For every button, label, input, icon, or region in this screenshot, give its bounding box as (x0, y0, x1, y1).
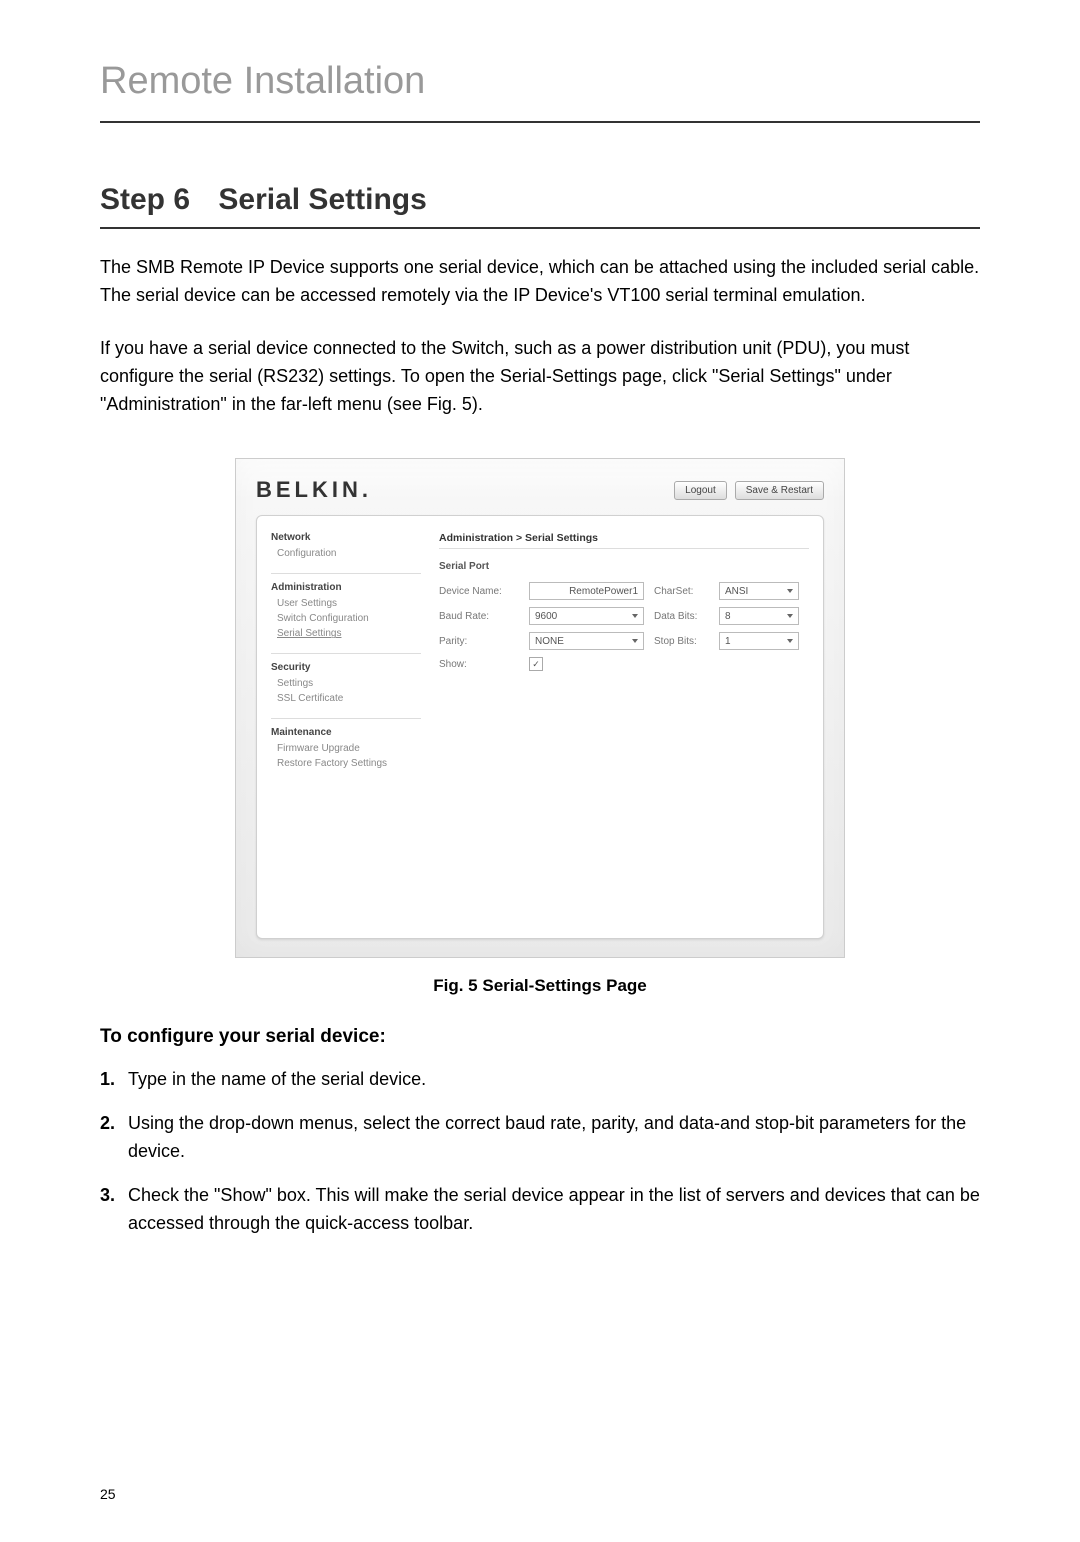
baud-rate-select[interactable]: 9600 (529, 607, 644, 625)
step-3: 3. Check the "Show" box. This will make … (128, 1182, 980, 1238)
charset-select[interactable]: ANSI (719, 582, 799, 600)
sidebar-network-head[interactable]: Network (271, 532, 421, 543)
stop-bits-label: Stop Bits: (654, 636, 709, 647)
step-1-num: 1. (100, 1066, 115, 1094)
sidebar-item-restore-factory[interactable]: Restore Factory Settings (271, 756, 421, 771)
step-2-num: 2. (100, 1110, 115, 1138)
step-1-text: Type in the name of the serial device. (128, 1069, 426, 1089)
screenshot-header: BELKIN. Logout Save & Restart (256, 477, 824, 503)
step-3-text: Check the "Show" box. This will make the… (128, 1185, 980, 1233)
sidebar-administration-head[interactable]: Administration (271, 582, 421, 593)
data-bits-label: Data Bits: (654, 611, 709, 622)
step-2-text: Using the drop-down menus, select the co… (128, 1113, 966, 1161)
screenshot-panel: BELKIN. Logout Save & Restart Network Co… (235, 458, 845, 958)
logout-button[interactable]: Logout (674, 481, 727, 500)
step-heading: Step 6 Serial Settings (100, 183, 980, 229)
sidebar-item-user-settings[interactable]: User Settings (271, 596, 421, 611)
sidebar-item-firmware-upgrade[interactable]: Firmware Upgrade (271, 741, 421, 756)
sidebar-security-head[interactable]: Security (271, 662, 421, 673)
screenshot-body: Network Configuration Administration Use… (256, 515, 824, 939)
charset-label: CharSet: (654, 586, 709, 597)
parity-label: Parity: (439, 636, 519, 647)
step-3-num: 3. (100, 1182, 115, 1210)
show-label: Show: (439, 659, 519, 670)
breadcrumb: Administration > Serial Settings (439, 532, 809, 544)
show-checkbox[interactable]: ✓ (529, 657, 543, 671)
sidebar-maintenance-head[interactable]: Maintenance (271, 727, 421, 738)
belkin-logo: BELKIN. (256, 477, 372, 503)
paragraph-1: The SMB Remote IP Device supports one se… (100, 254, 980, 310)
section-serial-port: Serial Port (439, 561, 809, 572)
stop-bits-select[interactable]: 1 (719, 632, 799, 650)
step-1: 1. Type in the name of the serial device… (128, 1066, 980, 1094)
sidebar-item-configuration[interactable]: Configuration (271, 546, 421, 561)
page-title: Remote Installation (100, 60, 980, 123)
step-2: 2. Using the drop-down menus, select the… (128, 1110, 980, 1166)
serial-form: Device Name: RemotePower1 CharSet: ANSI … (439, 582, 809, 671)
data-bits-select[interactable]: 8 (719, 607, 799, 625)
sidebar-item-serial-settings[interactable]: Serial Settings (271, 626, 421, 641)
step-title: Serial Settings (218, 183, 426, 216)
screenshot-content: Administration > Serial Settings Serial … (439, 532, 809, 922)
configure-steps: 1. Type in the name of the serial device… (100, 1066, 980, 1237)
device-name-input[interactable]: RemotePower1 (529, 582, 644, 600)
figure-5: BELKIN. Logout Save & Restart Network Co… (100, 458, 980, 996)
page-number: 25 (100, 1486, 116, 1502)
paragraph-2: If you have a serial device connected to… (100, 335, 980, 419)
sidebar-item-ssl-certificate[interactable]: SSL Certificate (271, 691, 421, 706)
sidebar-item-switch-configuration[interactable]: Switch Configuration (271, 611, 421, 626)
baud-rate-label: Baud Rate: (439, 611, 519, 622)
parity-select[interactable]: NONE (529, 632, 644, 650)
figure-caption: Fig. 5 Serial-Settings Page (433, 976, 647, 996)
step-number: Step 6 (100, 183, 190, 216)
header-buttons: Logout Save & Restart (674, 481, 824, 500)
sidebar-item-settings[interactable]: Settings (271, 676, 421, 691)
save-restart-button[interactable]: Save & Restart (735, 481, 824, 500)
screenshot-sidebar: Network Configuration Administration Use… (271, 532, 421, 922)
device-name-label: Device Name: (439, 586, 519, 597)
configure-subheading: To configure your serial device: (100, 1026, 980, 1048)
